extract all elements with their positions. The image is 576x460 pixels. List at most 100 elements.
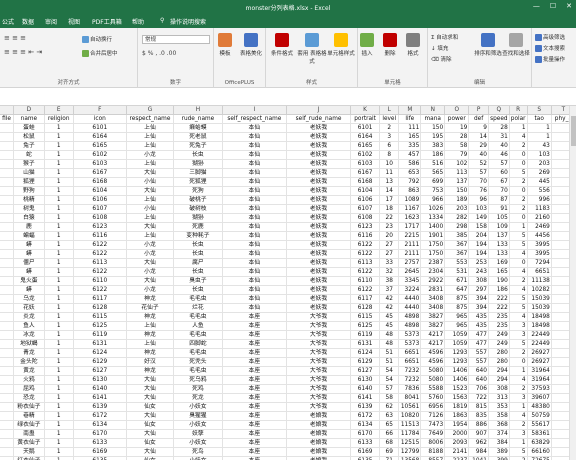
table-cell[interactable]: 3408 [420, 294, 446, 304]
table-cell[interactable]: 大仙 [126, 168, 175, 178]
table-cell[interactable]: 2 [509, 456, 528, 460]
table-cell[interactable]: 大爷我 [286, 375, 352, 385]
column-header[interactable]: mana [420, 114, 446, 124]
table-cell[interactable]: 158 [468, 222, 489, 232]
table-cell[interactable]: 6130 [73, 375, 127, 385]
table-cell[interactable]: 2 [509, 384, 528, 394]
table-cell[interactable]: 3827 [420, 312, 446, 322]
table-cell[interactable]: 815 [468, 402, 489, 412]
table-cell[interactable]: 33 [379, 258, 400, 268]
table-cell[interactable]: 青龙 [13, 348, 45, 358]
table-cell[interactable]: 5588 [420, 384, 446, 394]
table-cell[interactable]: 2757 [398, 258, 422, 268]
table-cell[interactable] [0, 366, 14, 376]
table-cell[interactable]: 6122 [350, 267, 381, 277]
table-cell[interactable]: 金头陀 [13, 357, 45, 367]
table-cell[interactable]: 2141 [444, 447, 470, 457]
table-cell[interactable]: 本仙 [222, 231, 287, 241]
table-cell[interactable]: 1400 [420, 222, 446, 232]
table-cell[interactable]: 6135 [350, 456, 381, 460]
table-cell[interactable]: 老妖我 [286, 132, 352, 142]
table-cell[interactable]: 3 [379, 132, 400, 142]
table-cell[interactable]: 2387 [420, 258, 446, 268]
vertical-scrollbar[interactable] [569, 106, 576, 460]
table-cell[interactable]: 1 [527, 123, 552, 133]
table-cell[interactable]: 1 [44, 141, 74, 151]
table-cell[interactable] [0, 222, 14, 232]
table-cell[interactable]: 好汉 [126, 357, 175, 367]
table-cell[interactable]: 7232 [398, 366, 422, 376]
table-cell[interactable]: 老妖我 [286, 231, 352, 241]
table-cell[interactable]: 367 [444, 249, 470, 259]
table-cell[interactable]: 186 [488, 285, 510, 295]
table-cell[interactable]: 19 [444, 123, 470, 133]
table-cell[interactable]: 6103 [350, 159, 381, 169]
table-cell[interactable]: 389 [488, 447, 510, 457]
table-cell[interactable]: 2645 [398, 267, 422, 277]
menu-help[interactable]: 帮助 [132, 17, 144, 26]
column-header[interactable]: speed [488, 114, 510, 124]
table-cell[interactable]: 457 [398, 150, 422, 160]
table-cell[interactable]: 722 [468, 393, 489, 403]
table-cell[interactable] [0, 204, 14, 214]
table-cell[interactable]: 1 [509, 366, 528, 376]
table-cell[interactable]: 308 [488, 384, 510, 394]
table-cell[interactable] [0, 150, 14, 160]
column-header[interactable]: level [379, 114, 400, 124]
table-cell[interactable]: 40 [468, 150, 489, 160]
table-cell[interactable]: 165 [398, 132, 422, 142]
table-cell[interactable]: 大仙 [126, 222, 175, 232]
table-cell[interactable]: 上仙 [126, 159, 175, 169]
table-cell[interactable]: 76 [468, 186, 489, 196]
table-cell[interactable] [0, 141, 14, 151]
table-cell[interactable]: 1 [509, 222, 528, 232]
table-cell[interactable]: 2 [509, 177, 528, 187]
table-cell[interactable]: 老妖我 [286, 267, 352, 277]
column-header[interactable]: def [468, 114, 489, 124]
table-cell[interactable]: 1954 [444, 420, 470, 430]
table-cell[interactable]: 6124 [73, 348, 127, 358]
table-cell[interactable]: 965 [444, 321, 470, 331]
table-cell[interactable]: 6128 [350, 303, 381, 313]
table-cell[interactable] [0, 420, 14, 430]
column-letter[interactable]: P [468, 106, 489, 115]
table-cell[interactable]: 298 [444, 222, 470, 232]
table-cell[interactable]: 6122 [350, 285, 381, 295]
table-cell[interactable]: 31964 [527, 375, 552, 385]
table-cell[interactable]: 5 [509, 294, 528, 304]
table-cell[interactable]: 死秃头 [173, 357, 223, 367]
table-cell[interactable] [0, 303, 14, 313]
table-cell[interactable]: 本座 [222, 375, 287, 385]
table-cell[interactable]: 6133 [73, 438, 127, 448]
table-cell[interactable]: 毛毛虫 [173, 348, 223, 358]
column-header[interactable]: file [0, 114, 14, 124]
table-cell[interactable]: 10820 [398, 411, 422, 421]
table-cell[interactable]: 6129 [350, 357, 381, 367]
table-cell[interactable]: 48380 [527, 402, 552, 412]
table-cell[interactable]: 6141 [350, 393, 381, 403]
table-cell[interactable]: 长虫 [173, 249, 223, 259]
table-cell[interactable]: 6651 [398, 348, 422, 358]
table-cell[interactable]: 22449 [527, 330, 552, 340]
table-cell[interactable]: 老妖我 [286, 258, 352, 268]
table-cell[interactable]: 老妖我 [286, 123, 352, 133]
table-cell[interactable]: 10282 [527, 285, 552, 295]
table-cell[interactable]: 神龙 [126, 294, 175, 304]
table-cell[interactable]: 6956 [420, 402, 446, 412]
table-cell[interactable]: 5373 [398, 330, 422, 340]
table-cell[interactable]: 6117 [350, 294, 381, 304]
table-cell[interactable]: 1 [44, 321, 74, 331]
table-cell[interactable]: 老妖我 [286, 222, 352, 232]
table-cell[interactable]: 6108 [350, 213, 381, 223]
scroll-thumb[interactable] [571, 116, 576, 146]
table-cell[interactable]: 51 [379, 357, 400, 367]
table-cell[interactable]: 269 [527, 168, 552, 178]
menu-tell-me[interactable]: 操作说明搜索 [170, 17, 206, 26]
table-cell[interactable]: 死鸟 [173, 447, 223, 457]
table-cell[interactable]: 1 [44, 393, 74, 403]
table-cell[interactable]: 335 [398, 141, 422, 151]
table-cell[interactable]: 老妖我 [286, 294, 352, 304]
table-cell[interactable]: 1750 [420, 240, 446, 250]
table-cell[interactable]: 294 [488, 366, 510, 376]
table-cell[interactable]: 70 [468, 177, 489, 187]
